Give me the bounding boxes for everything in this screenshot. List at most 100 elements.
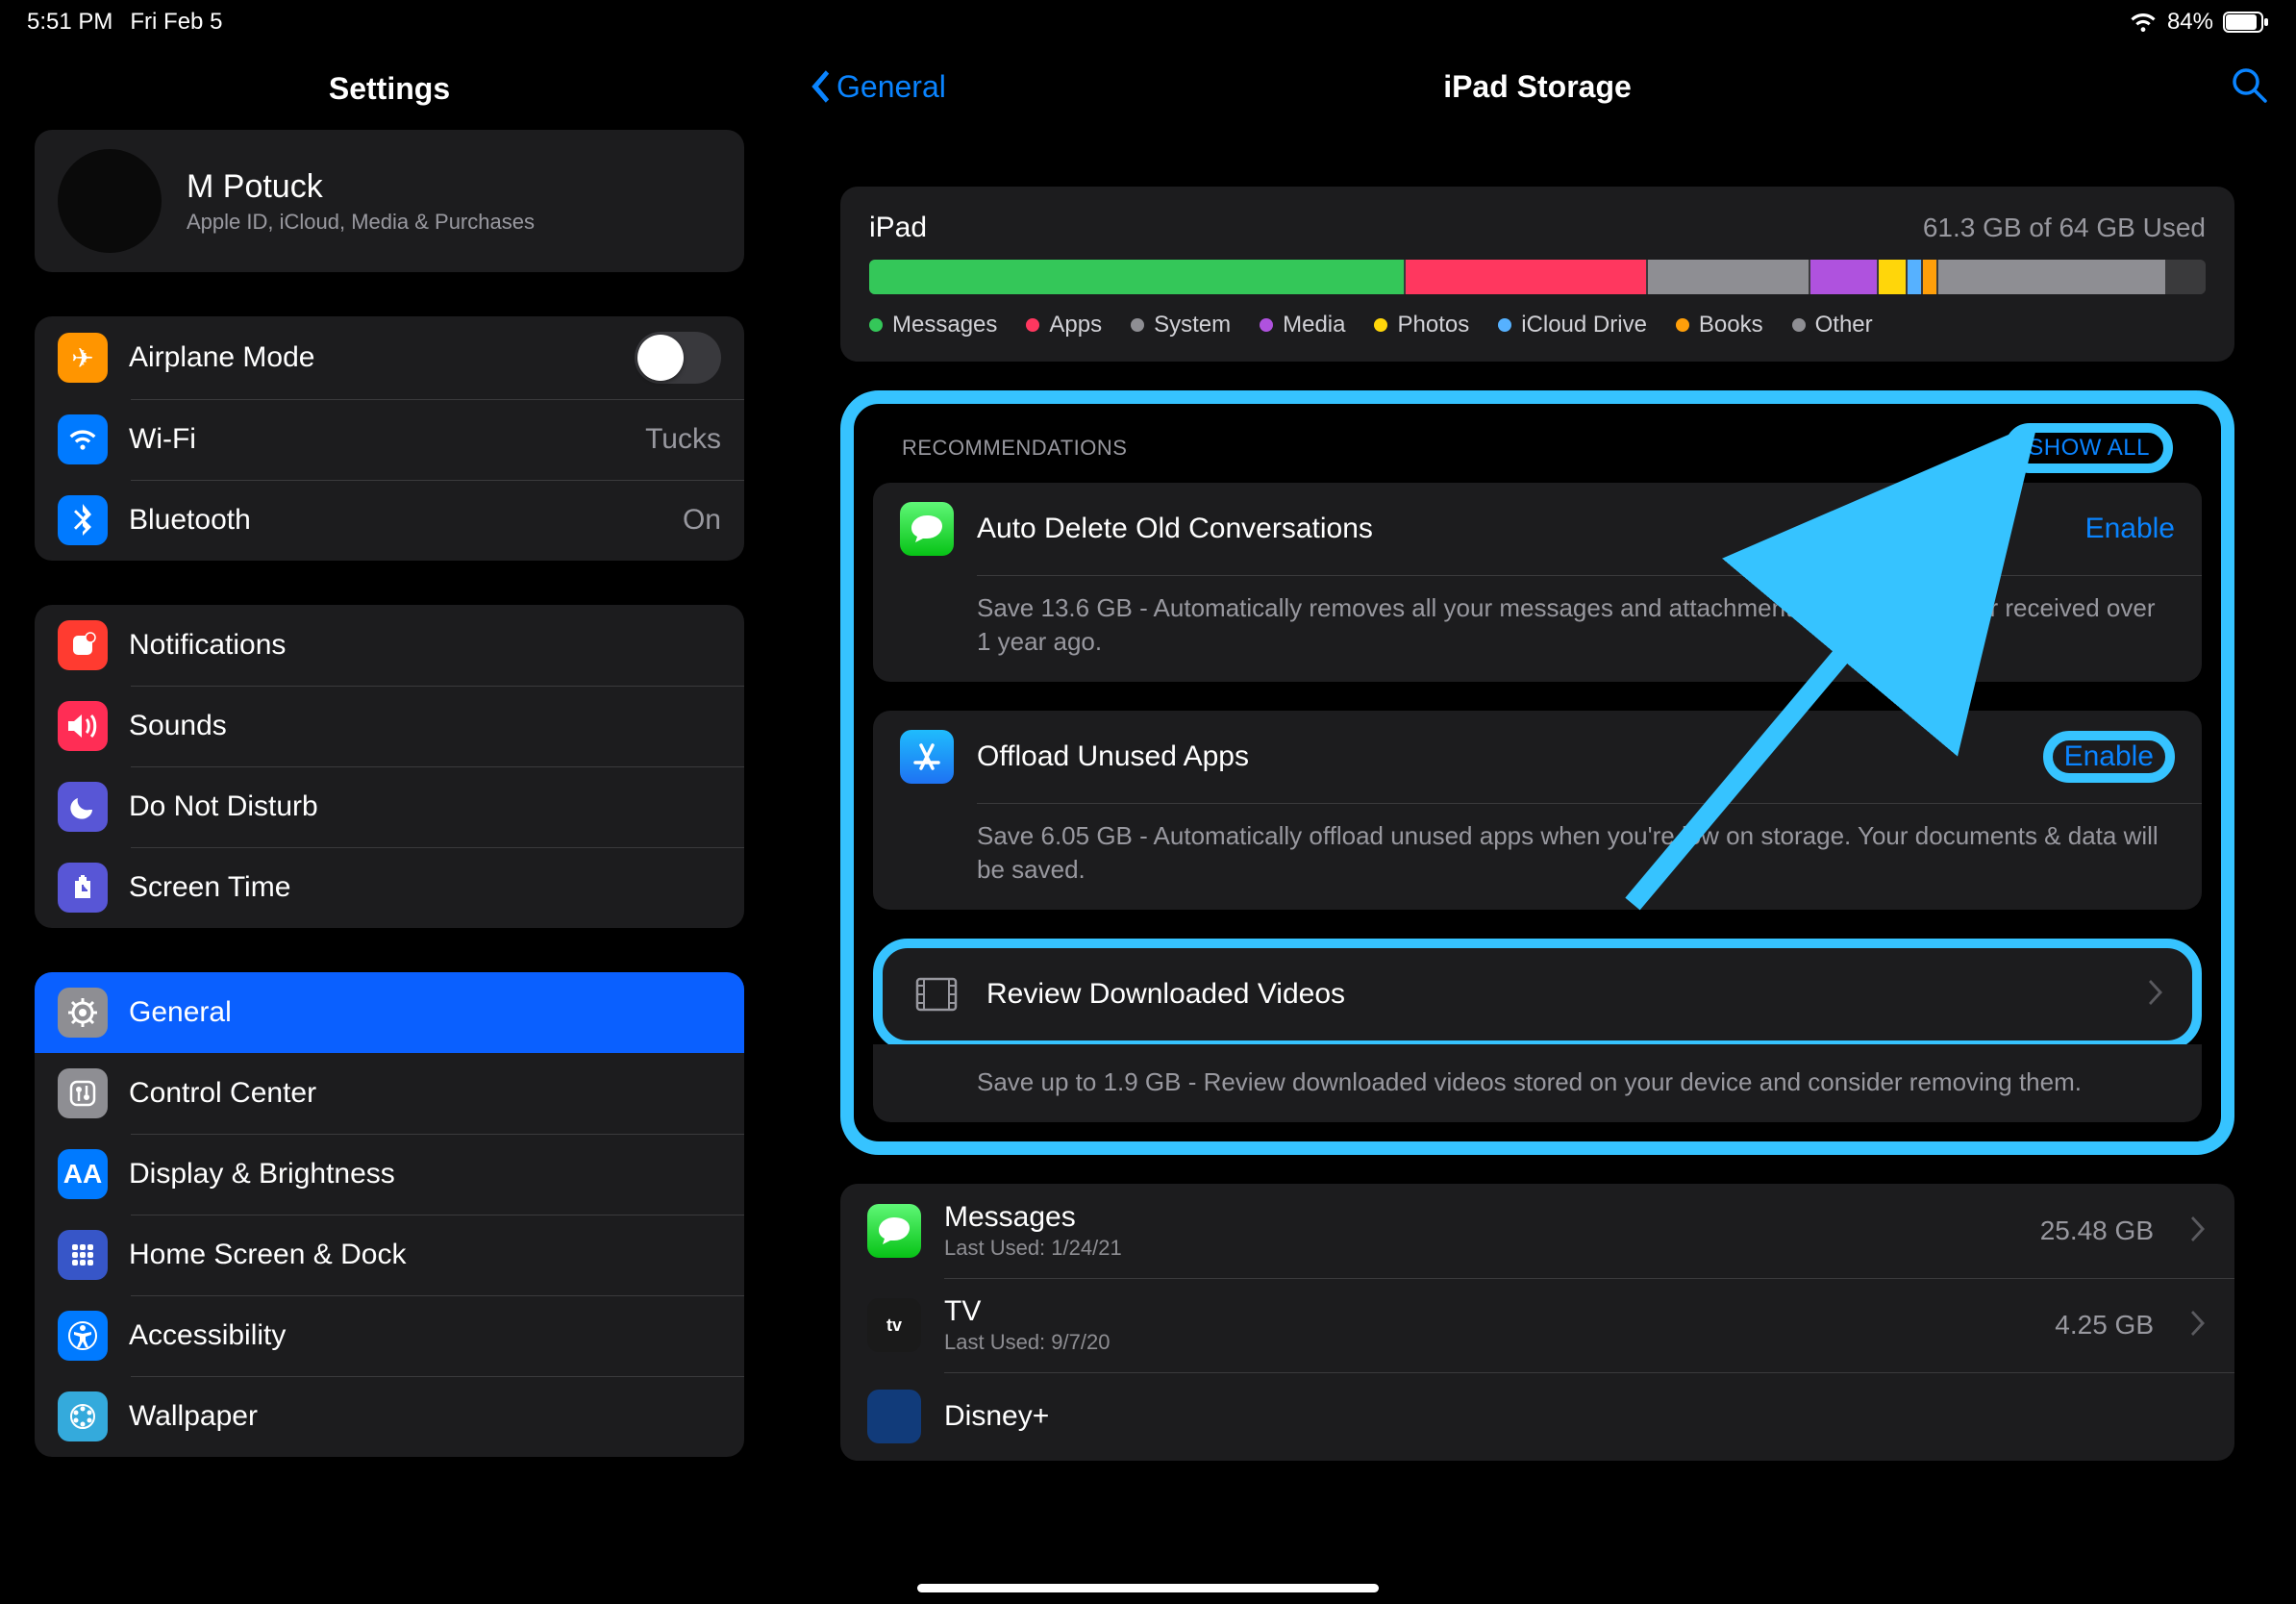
profile-sub: Apple ID, iCloud, Media & Purchases bbox=[187, 210, 535, 235]
app-messages-icon bbox=[867, 1204, 921, 1258]
row-screentime[interactable]: Screen Time bbox=[35, 847, 744, 928]
row-sounds[interactable]: Sounds bbox=[35, 686, 744, 766]
label-notifications: Notifications bbox=[129, 629, 721, 662]
app-name-1: TV bbox=[944, 1295, 2032, 1328]
rec-desc-2: Save up to 1.9 GB - Review downloaded vi… bbox=[873, 1044, 2202, 1122]
label-dnd: Do Not Disturb bbox=[129, 790, 721, 823]
legend-item: Photos bbox=[1374, 312, 1469, 338]
enable-button-0[interactable]: Enable bbox=[2085, 513, 2175, 545]
row-airplane-mode[interactable]: ✈︎ Airplane Mode bbox=[35, 316, 744, 399]
row-homescreen[interactable]: Home Screen & Dock bbox=[35, 1215, 744, 1295]
chevron-right-icon bbox=[2190, 1309, 2208, 1342]
row-notifications[interactable]: Notifications bbox=[35, 605, 744, 686]
legend-item: Messages bbox=[869, 312, 997, 338]
detail-title: iPad Storage bbox=[779, 69, 2296, 105]
rec-desc-1: Save 6.05 GB - Automatically offload unu… bbox=[873, 804, 2202, 910]
label-bluetooth: Bluetooth bbox=[129, 504, 661, 537]
airplane-icon: ✈︎ bbox=[58, 333, 108, 383]
rec-offload-apps[interactable]: Offload Unused Apps Enable Save 6.05 GB … bbox=[873, 711, 2202, 910]
rec-review-videos[interactable]: Review Downloaded Videos bbox=[873, 939, 2202, 1050]
homescreen-icon bbox=[58, 1230, 108, 1280]
label-display: Display & Brightness bbox=[129, 1158, 721, 1190]
label-airplane: Airplane Mode bbox=[129, 341, 613, 374]
settings-sidebar: Settings M Potuck Apple ID, iCloud, Medi… bbox=[0, 44, 779, 1604]
rec-title-1: Offload Unused Apps bbox=[977, 740, 2020, 773]
app-sub-1: Last Used: 9/7/20 bbox=[944, 1330, 2032, 1355]
value-wifi: Tucks bbox=[645, 423, 721, 456]
legend-item: System bbox=[1131, 312, 1231, 338]
app-size-0: 25.48 GB bbox=[2040, 1216, 2154, 1246]
storage-segment bbox=[1938, 260, 2165, 294]
sounds-icon bbox=[58, 701, 108, 751]
section-header-recommendations: RECOMMENDATIONS bbox=[902, 436, 1127, 461]
profile-name: M Potuck bbox=[187, 168, 535, 206]
label-general: General bbox=[129, 996, 721, 1029]
group-notifications: Notifications Sounds Do Not Disturb bbox=[35, 605, 744, 928]
app-row-tv[interactable]: tv TV Last Used: 9/7/20 4.25 GB bbox=[840, 1278, 2234, 1372]
appstore-icon bbox=[900, 730, 954, 784]
legend-label: Other bbox=[1815, 312, 1873, 338]
highlight-enable: Enable bbox=[2043, 731, 2175, 783]
storage-segment-free bbox=[2167, 260, 2206, 294]
wallpaper-icon bbox=[58, 1391, 108, 1441]
legend-dot bbox=[869, 318, 883, 332]
row-general[interactable]: General bbox=[35, 972, 744, 1053]
video-icon bbox=[910, 967, 963, 1021]
profile-cell[interactable]: M Potuck Apple ID, iCloud, Media & Purch… bbox=[35, 130, 744, 272]
app-tv-icon: tv bbox=[867, 1298, 921, 1352]
legend-label: Media bbox=[1283, 312, 1345, 338]
legend-label: Apps bbox=[1049, 312, 1102, 338]
storage-device: iPad bbox=[869, 212, 927, 244]
row-dnd[interactable]: Do Not Disturb bbox=[35, 766, 744, 847]
row-controlcenter[interactable]: Control Center bbox=[35, 1053, 744, 1134]
legend-label: System bbox=[1154, 312, 1231, 338]
legend-dot bbox=[1026, 318, 1039, 332]
status-time: 5:51 PM bbox=[27, 9, 112, 36]
sidebar-title: Settings bbox=[0, 44, 779, 130]
enable-button-1[interactable]: Enable bbox=[2064, 740, 2154, 772]
label-screentime: Screen Time bbox=[129, 871, 721, 904]
storage-legend: Messages Apps System Media Photos iCloud Driv… bbox=[869, 312, 2206, 338]
legend-dot bbox=[1260, 318, 1273, 332]
label-wallpaper: Wallpaper bbox=[129, 1400, 721, 1433]
detail-nav: General iPad Storage bbox=[779, 44, 2296, 129]
label-sounds: Sounds bbox=[129, 710, 721, 742]
app-sub-0: Last Used: 1/24/21 bbox=[944, 1236, 2017, 1261]
back-button[interactable]: General bbox=[806, 68, 946, 105]
chevron-right-icon bbox=[2190, 1215, 2208, 1248]
apps-list: Messages Last Used: 1/24/21 25.48 GB tv … bbox=[840, 1184, 2234, 1461]
legend-item: iCloud Drive bbox=[1498, 312, 1647, 338]
legend-label: Photos bbox=[1397, 312, 1469, 338]
group-general: General Control Center AA Display & Brig… bbox=[35, 972, 744, 1457]
label-homescreen: Home Screen & Dock bbox=[129, 1239, 721, 1271]
legend-label: iCloud Drive bbox=[1521, 312, 1647, 338]
row-bluetooth[interactable]: Bluetooth On bbox=[35, 480, 744, 561]
legend-dot bbox=[1374, 318, 1387, 332]
status-bar: 5:51 PM Fri Feb 5 84% bbox=[0, 0, 2296, 44]
screentime-icon bbox=[58, 863, 108, 913]
search-button[interactable] bbox=[2229, 64, 2269, 110]
legend-item: Books bbox=[1676, 312, 1763, 338]
row-wallpaper[interactable]: Wallpaper bbox=[35, 1376, 744, 1457]
bluetooth-icon bbox=[58, 495, 108, 545]
show-all-button[interactable]: SHOW ALL bbox=[2028, 435, 2150, 461]
home-indicator[interactable] bbox=[917, 1584, 1379, 1592]
storage-segment bbox=[1810, 260, 1878, 294]
storage-summary-card: iPad 61.3 GB of 64 GB Used Messages Apps S… bbox=[840, 187, 2234, 362]
row-wifi[interactable]: Wi-Fi Tucks bbox=[35, 399, 744, 480]
app-row-messages[interactable]: Messages Last Used: 1/24/21 25.48 GB bbox=[840, 1184, 2234, 1278]
legend-dot bbox=[1792, 318, 1806, 332]
back-label: General bbox=[836, 69, 946, 105]
row-display[interactable]: AA Display & Brightness bbox=[35, 1134, 744, 1215]
value-bluetooth: On bbox=[683, 504, 721, 537]
storage-bar bbox=[869, 260, 2206, 294]
row-accessibility[interactable]: Accessibility bbox=[35, 1295, 744, 1376]
rec-auto-delete[interactable]: Auto Delete Old Conversations Enable Sav… bbox=[873, 483, 2202, 682]
app-name-2: Disney+ bbox=[944, 1400, 2208, 1433]
app-size-1: 4.25 GB bbox=[2055, 1310, 2154, 1341]
app-row-disney[interactable]: Disney+ bbox=[840, 1372, 2234, 1461]
legend-item: Media bbox=[1260, 312, 1345, 338]
storage-segment bbox=[1908, 260, 1921, 294]
airplane-switch[interactable] bbox=[635, 332, 721, 384]
storage-used: 61.3 GB of 64 GB Used bbox=[1923, 213, 2206, 243]
